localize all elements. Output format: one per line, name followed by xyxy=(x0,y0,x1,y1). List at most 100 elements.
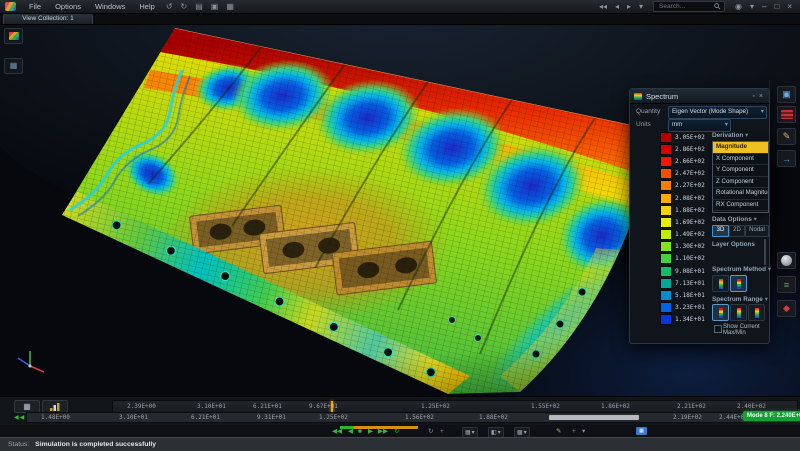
prev-mode-icon[interactable]: ◀◀ xyxy=(14,415,25,421)
tag-button[interactable]: ◆ xyxy=(777,300,796,317)
nav-back-icon[interactable]: ◂ xyxy=(611,0,623,13)
spectrum-icon xyxy=(634,93,642,100)
account-caret-icon[interactable]: ▾ xyxy=(746,0,758,13)
export-button[interactable]: → xyxy=(777,150,796,167)
derivation-option-z[interactable]: Z Component xyxy=(713,177,768,189)
panel-close-icon[interactable]: × xyxy=(757,93,765,100)
derivation-option-magnitude[interactable]: Magnitude xyxy=(713,142,768,154)
results-list-button[interactable] xyxy=(777,106,796,123)
tag-icon: ◆ xyxy=(783,303,790,314)
palette-icon xyxy=(9,32,19,40)
close-button[interactable]: × xyxy=(783,2,796,11)
spectrum-range-label: Spectrum Range xyxy=(712,296,763,303)
search-box[interactable] xyxy=(653,1,725,12)
tick-label: 1.25E+02 xyxy=(421,403,450,410)
layers-button[interactable]: ≡ xyxy=(777,276,796,293)
legend-entry: 2.66E+02 xyxy=(660,155,705,167)
derivation-header[interactable]: Derivation ▾ xyxy=(712,131,748,139)
spectrum-method-header[interactable]: Spectrum Method ▾ xyxy=(712,265,771,273)
section-cut-icon: ◧ xyxy=(491,429,497,437)
legend-swatch xyxy=(660,253,672,264)
menu-bar: File Options Windows Help ↺ ↻ ▤ ▣ ▦ ◂◂ ◂… xyxy=(0,0,800,14)
spectrum-palette-button[interactable] xyxy=(4,28,23,44)
menu-file[interactable]: File xyxy=(22,0,48,13)
tab-view-collection[interactable]: View Collection: 1 xyxy=(3,13,93,24)
discrete-colorbar-icon xyxy=(737,279,741,289)
layers-icon: ≡ xyxy=(784,280,789,290)
nav-more-icon[interactable]: ▾ xyxy=(635,0,647,13)
legend-value: 7.13E+01 xyxy=(675,280,705,287)
redo-icon[interactable]: ↻ xyxy=(177,0,192,13)
legend-entry: 1.88E+02 xyxy=(660,204,705,216)
rotate-view-icon[interactable]: ↻ xyxy=(428,428,433,436)
menu-help[interactable]: Help xyxy=(132,0,161,13)
derivation-option-x[interactable]: X Component xyxy=(713,154,768,166)
quantity-label: Quantity xyxy=(636,108,660,115)
legend-entry: 9.08E+01 xyxy=(660,265,705,277)
render-sphere-button[interactable] xyxy=(777,252,796,269)
spectrum-method-continuous-button[interactable] xyxy=(712,275,729,292)
data-table-button[interactable]: ▦ xyxy=(4,58,23,74)
selected-range-segment[interactable] xyxy=(549,415,639,420)
legend-value: 1.69E+02 xyxy=(675,219,705,226)
bar-chart-icon xyxy=(49,403,61,411)
nav-forward-icon[interactable]: ▸ xyxy=(623,0,635,13)
play-icon[interactable]: ▶ xyxy=(368,428,373,436)
pan-view-icon[interactable]: + xyxy=(440,428,444,436)
legend-swatch xyxy=(660,132,672,143)
data-options-header[interactable]: Data Options ▾ xyxy=(712,215,757,223)
data-option-3d-button[interactable]: 3D xyxy=(712,225,729,237)
spectrum-method-discrete-button[interactable] xyxy=(730,275,747,292)
section-caret-icon: ▾ xyxy=(765,296,768,303)
legend-entry: 3.05E+02 xyxy=(660,131,705,143)
range-auto-button[interactable] xyxy=(712,304,729,321)
continuous-colorbar-icon xyxy=(719,279,723,289)
play-last-icon[interactable]: ▶▶ xyxy=(378,428,388,436)
derivation-option-rotational[interactable]: Rotational Magnitude xyxy=(713,188,768,200)
annotate-pen-icon[interactable]: ✎ xyxy=(556,428,561,436)
minimize-button[interactable]: – xyxy=(758,2,770,11)
quantity-select[interactable]: Eigen Vector (Mode Shape) ▾ xyxy=(668,106,767,119)
timeline-track-lower[interactable]: 1.48E+00 3.10E+01 6.21E+01 9.31E+01 1.25… xyxy=(26,412,798,423)
play-first-icon[interactable]: ◀◀ xyxy=(332,428,342,436)
legend-entry: 5.18E+01 xyxy=(660,289,705,301)
legend-entry: 2.86E+02 xyxy=(660,143,705,155)
data-option-2d-button[interactable]: 2D xyxy=(729,225,745,237)
legend-swatch xyxy=(660,156,672,167)
repeat-icon[interactable]: ↻ xyxy=(394,428,399,436)
add-caret-icon[interactable]: ▾ xyxy=(582,428,585,436)
range-current-button[interactable] xyxy=(748,304,765,321)
pencil-icon: ✎ xyxy=(783,131,791,142)
layer-options-header[interactable]: Layer Options xyxy=(712,241,755,248)
layout-icon[interactable]: ▦ xyxy=(222,0,238,13)
nav-prev-icon[interactable]: ◂◂ xyxy=(595,0,611,13)
calculator-button[interactable]: ▦ xyxy=(636,427,647,435)
range-custom-button[interactable] xyxy=(730,304,747,321)
annotation-button[interactable]: ✎ xyxy=(777,128,796,145)
account-icon[interactable]: ◉ xyxy=(731,0,746,13)
panel-scrollbar[interactable] xyxy=(764,239,766,265)
show-current-maxmin-checkbox[interactable] xyxy=(714,325,722,333)
search-input[interactable] xyxy=(657,2,714,11)
derivation-option-rx[interactable]: RX Component xyxy=(713,200,768,212)
restore-button[interactable]: □ xyxy=(770,2,783,11)
undo-icon[interactable]: ↺ xyxy=(162,0,177,13)
section-caret-icon: ▾ xyxy=(768,266,771,273)
data-option-nodal-button[interactable]: Nodal xyxy=(745,225,769,237)
display-settings-button[interactable]: ▣ xyxy=(777,86,796,103)
derivation-option-y[interactable]: Y Component xyxy=(713,165,768,177)
step-back-icon[interactable]: ◀ xyxy=(348,428,353,436)
current-range-icon xyxy=(755,308,759,318)
stop-icon[interactable]: ■ xyxy=(358,428,362,436)
menu-windows[interactable]: Windows xyxy=(88,0,132,13)
legend-swatch xyxy=(660,217,672,228)
add-icon[interactable]: + xyxy=(572,428,576,436)
spectrum-panel-header[interactable]: Spectrum ▫ × xyxy=(630,89,769,104)
menu-options[interactable]: Options xyxy=(48,0,88,13)
grid-view-icon[interactable]: ▤ xyxy=(191,0,207,13)
legend-swatch xyxy=(660,302,672,313)
derivation-option-ry[interactable]: RY Component xyxy=(713,211,768,213)
pages-icon[interactable]: ▣ xyxy=(207,0,223,13)
legend-value: 1.49E+02 xyxy=(675,231,705,238)
spectrum-range-header[interactable]: Spectrum Range ▾ xyxy=(712,295,768,303)
